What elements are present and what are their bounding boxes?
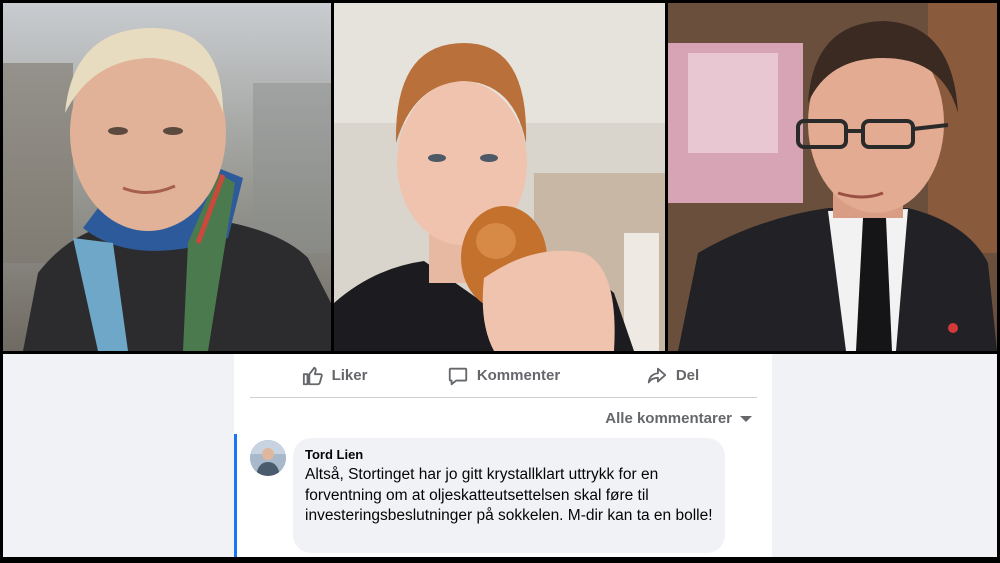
comment-icon [448,367,467,385]
caret-down-icon [740,416,752,422]
photo-man-with-glasses [668,3,997,351]
comment-text: Altså, Stortinget har jo gitt krystallkl… [305,466,713,524]
facebook-comment-area: Liker Kommenter Del Alle kommentarer Tor… [3,354,997,557]
share-button-label: Del [675,367,700,384]
commenter-avatar[interactable] [250,440,286,476]
all-comments-label: Alle kommentarer [605,409,732,427]
comment-thread-indicator [234,434,237,557]
like-button[interactable]: Liker [250,354,419,397]
share-button[interactable]: Del [588,354,757,397]
post-card: Liker Kommenter Del Alle kommentarer Tor… [234,354,772,557]
comment-bubble: Tord Lien Altså, Stortinget har jo gitt … [293,438,725,553]
comment-button[interactable]: Kommenter [419,354,588,397]
comment-author[interactable]: Tord Lien [305,447,713,463]
photo-man-with-scarf [3,3,331,351]
all-comments-dropdown[interactable]: Alle kommentarer [605,407,752,429]
post-actions-bar: Liker Kommenter Del [250,354,757,398]
comment-button-label: Kommenter [476,367,561,384]
thumbs-up-icon [302,366,323,385]
share-icon [647,367,666,383]
photo-man-holding-bun [334,3,665,351]
like-button-label: Liker [331,367,368,384]
